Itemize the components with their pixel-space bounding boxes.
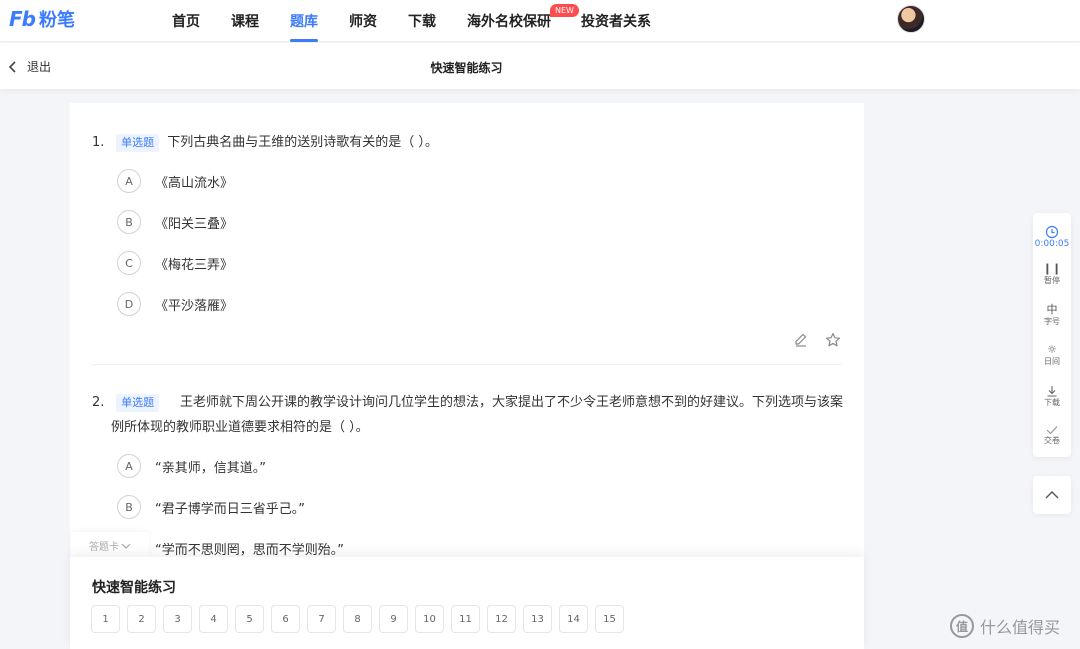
answer-sheet-number[interactable]: 3 — [163, 605, 192, 633]
font-size-button[interactable]: 中 字号 — [1033, 304, 1071, 327]
download-button[interactable]: 下载 — [1033, 385, 1071, 408]
clock-icon — [1045, 225, 1059, 239]
answer-sheet-number[interactable]: 11 — [451, 605, 480, 633]
option-b[interactable]: B 《阳关三叠》 — [117, 210, 233, 234]
page-title: 快速智能练习 — [430, 61, 503, 75]
option-text: 《高山流水》 — [155, 175, 234, 191]
nav-item-home[interactable]: 首页 — [172, 11, 200, 31]
option-c[interactable]: C 《梅花三弄》 — [117, 251, 233, 275]
watermark-text: 什么值得买 — [980, 618, 1061, 637]
top-navigation: Fb 粉笔 首页 课程 题库 师资 下载 海外名校保研 NEW 投资者关系 — [0, 0, 1080, 42]
answer-sheet-number[interactable]: 9 — [379, 605, 408, 633]
question-text: 下列古典名曲与王维的送别诗歌有关的是（ ）。 — [167, 135, 438, 150]
option-text: 《阳关三叠》 — [155, 216, 234, 232]
question-type-badge: 单选题 — [116, 134, 160, 152]
option-text: “亲其师，信其道。” — [155, 460, 266, 476]
nav-item-overseas[interactable]: 海外名校保研 — [467, 11, 551, 31]
answer-sheet-tab-label: 答题卡 — [89, 542, 119, 553]
submit-button[interactable]: 交卷 — [1033, 425, 1071, 446]
option-text: “学而不思则罔，思而不学则殆。” — [155, 542, 344, 558]
answer-sheet-title: 快速智能练习 — [92, 580, 176, 596]
pause-button[interactable]: ❙❙ 暂停 — [1033, 263, 1071, 286]
answer-sheet-panel: 快速智能练习 1 2 3 4 5 6 7 8 9 10 11 12 13 14 15 — [70, 557, 864, 649]
sub-header: 退出 快速智能练习 — [0, 43, 1080, 89]
font-size-icon: 中 — [1046, 303, 1058, 316]
avatar[interactable] — [897, 5, 925, 33]
side-toolbar: 0:00:05 ❙❙ 暂停 中 字号 ☼ 日间 下载 交卷 — [1033, 213, 1071, 457]
sun-icon: ☼ — [1047, 343, 1057, 356]
nav-item-courses[interactable]: 课程 — [231, 11, 259, 31]
nav-item-question-bank[interactable]: 题库 — [290, 11, 318, 31]
option-b[interactable]: B “君子博学而日三省乎己。” — [117, 495, 305, 519]
submit-label: 交卷 — [1044, 436, 1060, 445]
question-1-header: 1. 单选题 下列古典名曲与王维的送别诗歌有关的是（ ）。 — [92, 130, 438, 155]
answer-sheet-number[interactable]: 13 — [523, 605, 552, 633]
question-number: 1. — [92, 135, 105, 150]
option-d[interactable]: D 《平沙落雁》 — [117, 292, 233, 316]
nav-item-download[interactable]: 下载 — [408, 11, 436, 31]
answer-sheet-number[interactable]: 4 — [199, 605, 228, 633]
question-2-text: 王老师就下周公开课的教学设计询问几位学生的想法，大家提出了不少令王老师意想不到的… — [111, 395, 844, 435]
download-icon — [1047, 386, 1057, 397]
question-divider — [92, 364, 842, 365]
logo-mark: Fb — [9, 7, 36, 31]
answer-sheet-number[interactable]: 15 — [595, 605, 624, 633]
timer[interactable]: 0:00:05 — [1033, 225, 1071, 249]
back-to-top-button[interactable] — [1033, 476, 1071, 514]
check-icon — [1046, 426, 1058, 435]
option-letter: C — [117, 251, 141, 275]
star-icon[interactable] — [825, 332, 841, 348]
chevron-down-icon — [121, 543, 131, 549]
question-tools — [793, 332, 841, 348]
logo[interactable]: Fb 粉笔 — [9, 7, 75, 31]
timer-value: 0:00:05 — [1034, 239, 1070, 249]
nav-active-indicator — [290, 39, 318, 42]
watermark-logo: 值 — [950, 614, 974, 638]
question-text: 王老师就下周公开课的教学设计询问几位学生的想法，大家提出了不少令王老师意想不到的… — [111, 390, 846, 440]
answer-sheet-number[interactable]: 10 — [415, 605, 444, 633]
answer-sheet-number[interactable]: 2 — [127, 605, 156, 633]
nav-item-investors[interactable]: 投资者关系 — [581, 11, 651, 31]
answer-sheet-number[interactable]: 1 — [91, 605, 120, 633]
answer-sheet-tab[interactable]: 答题卡 — [71, 532, 149, 559]
chevron-up-icon — [1045, 491, 1059, 499]
pause-label: 暂停 — [1044, 276, 1060, 285]
option-letter: A — [117, 454, 141, 478]
option-text: 《梅花三弄》 — [155, 257, 234, 273]
nav-item-teachers[interactable]: 师资 — [349, 11, 377, 31]
option-text: 《平沙落雁》 — [155, 298, 234, 314]
answer-sheet-number[interactable]: 8 — [343, 605, 372, 633]
option-letter: D — [117, 292, 141, 316]
option-text: “君子博学而日三省乎己。” — [155, 501, 305, 517]
download-label: 下载 — [1044, 398, 1060, 407]
question-number: 2. — [92, 395, 105, 410]
logo-text: 粉笔 — [38, 10, 75, 31]
option-a[interactable]: A “亲其师，信其道。” — [117, 454, 266, 478]
watermark: 值 什么值得买 — [950, 614, 1060, 638]
option-a[interactable]: A 《高山流水》 — [117, 169, 233, 193]
option-letter: B — [117, 210, 141, 234]
day-mode-button[interactable]: ☼ 日间 — [1033, 344, 1071, 367]
new-badge: NEW — [550, 4, 579, 17]
edit-icon[interactable] — [793, 332, 809, 348]
answer-sheet-number[interactable]: 6 — [271, 605, 300, 633]
option-letter: B — [117, 495, 141, 519]
pause-icon: ❙❙ — [1042, 262, 1062, 275]
answer-sheet-number[interactable]: 12 — [487, 605, 516, 633]
answer-sheet-number[interactable]: 5 — [235, 605, 264, 633]
font-size-label: 字号 — [1044, 317, 1060, 326]
day-mode-label: 日间 — [1044, 357, 1060, 366]
answer-sheet-numbers: 1 2 3 4 5 6 7 8 9 10 11 12 13 14 15 — [91, 605, 624, 633]
option-letter: A — [117, 169, 141, 193]
answer-sheet-number[interactable]: 7 — [307, 605, 336, 633]
answer-sheet-number[interactable]: 14 — [559, 605, 588, 633]
